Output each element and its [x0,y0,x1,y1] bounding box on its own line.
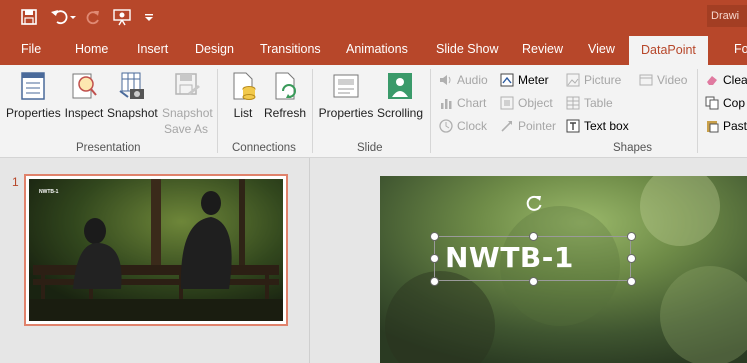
thumbnail-title: NWTB-1 [39,189,59,195]
resize-handle[interactable] [627,277,636,286]
clock-button[interactable]: Clock [439,116,487,136]
scrolling-button[interactable]: Scrolling [375,71,425,121]
tab-animations[interactable]: Animations [346,34,408,65]
eraser-icon [705,73,719,87]
video-icon [639,73,653,87]
save-as-icon [172,71,200,101]
title-bar: Drawi [0,0,747,34]
refresh-icon [271,71,299,101]
tab-slide-show[interactable]: Slide Show [436,34,499,65]
object-button[interactable]: Object [500,93,553,113]
presentation-properties-button[interactable]: Properties [6,71,61,121]
text-box-icon [566,119,580,133]
chart-button[interactable]: Chart [439,93,486,113]
customize-icon[interactable] [142,6,156,28]
speaker-icon [439,73,453,87]
tab-review[interactable]: Review [522,34,563,65]
group-label-slide: Slide [357,142,383,154]
properties-icon [19,71,47,101]
resize-handle[interactable] [627,232,636,241]
snapshot-save-as-button[interactable]: Snapshot Save As [162,71,213,137]
tab-format[interactable]: Fo [734,34,747,65]
tab-file[interactable]: File [21,34,41,65]
tab-view[interactable]: View [588,34,615,65]
resize-handle[interactable] [529,232,538,241]
table-icon [566,96,580,110]
tab-home[interactable]: Home [75,34,108,65]
meter-icon [500,73,514,87]
group-label-shapes: Shapes [613,142,653,154]
inspect-button[interactable]: Inspect [63,71,105,121]
copy-icon [705,96,719,110]
resize-handle[interactable] [430,277,439,286]
save-icon[interactable] [18,6,40,28]
group-divider [312,69,313,153]
resize-handle[interactable] [430,232,439,241]
group-divider [697,69,698,153]
pointer-button[interactable]: Pointer [500,116,556,136]
slide-properties-button[interactable]: Properties [318,71,374,121]
video-button[interactable]: Video [639,70,687,90]
tab-design[interactable]: Design [195,34,234,65]
slide-number: 1 [12,175,19,189]
group-label-presentation: Presentation [76,142,141,154]
redo-icon[interactable] [84,6,104,28]
inspect-icon [70,71,98,101]
audio-button[interactable]: Audio [439,70,488,90]
tab-datapoint[interactable]: DataPoint [629,36,708,65]
text-box-content[interactable]: NWTB-1 [445,241,574,274]
chart-icon [439,96,453,110]
ribbon-tabs: File Home Insert Design Transitions Anim… [0,34,747,65]
group-divider [430,69,431,153]
window-title: Drawi [707,5,747,27]
ribbon: Properties Inspect Snapshot Snapshot Sav… [0,65,747,158]
resize-handle[interactable] [430,254,439,263]
resize-handle[interactable] [627,254,636,263]
slide-properties-icon [332,71,360,101]
rotate-handle-icon[interactable] [524,193,544,213]
object-icon [500,96,514,110]
resize-handle[interactable] [529,277,538,286]
refresh-button[interactable]: Refresh [264,71,306,121]
pointer-icon [500,119,514,133]
copy-button[interactable]: Cop [705,93,745,113]
picture-icon [566,73,580,87]
group-divider [217,69,218,153]
paste-icon [705,119,719,133]
text-box-button[interactable]: Text box [566,116,629,136]
meter-button[interactable]: Meter [500,70,549,90]
clear-button[interactable]: Clea [705,70,747,90]
group-label-connections: Connections [232,142,296,154]
picture-button[interactable]: Picture [566,70,621,90]
undo-icon[interactable] [48,6,78,28]
snapshot-button[interactable]: Snapshot [107,71,158,121]
tab-transitions[interactable]: Transitions [260,34,321,65]
scrolling-icon [386,71,414,101]
present-icon[interactable] [112,6,134,28]
snapshot-icon [118,71,146,101]
list-icon [229,71,257,101]
slide-thumbnail[interactable]: NWTB-1 [24,174,288,326]
table-button[interactable]: Table [566,93,613,113]
paste-button[interactable]: Past [705,116,747,136]
slide-thumbnail-image: NWTB-1 [29,179,283,321]
clock-icon [439,119,453,133]
tab-insert[interactable]: Insert [137,34,168,65]
list-button[interactable]: List [226,71,260,121]
